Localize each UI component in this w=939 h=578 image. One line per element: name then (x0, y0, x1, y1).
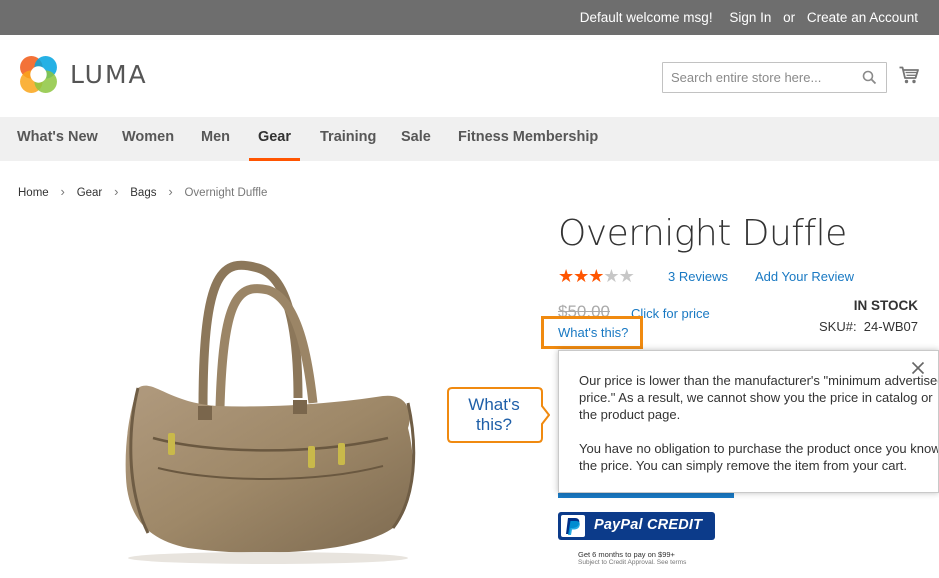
star-empty-icon: ★ (603, 266, 619, 286)
sku-value: 24-WB07 (863, 319, 918, 334)
sign-in-link[interactable]: Sign In (729, 10, 771, 25)
search-icon[interactable] (862, 70, 877, 85)
reviews-link[interactable]: 3 Reviews (668, 269, 728, 284)
product-title: Overnight Duffle (558, 213, 847, 254)
breadcrumb-separator: › (114, 184, 119, 199)
breadcrumb-gear[interactable]: Gear (77, 187, 103, 199)
star-filled-icon: ★ (588, 266, 604, 286)
logo[interactable]: LUMA (18, 54, 148, 95)
map-popup: Our price is lower than the manufacturer… (558, 350, 939, 493)
search-box (662, 62, 887, 93)
nav-item-fitness-membership[interactable]: Fitness Membership (458, 117, 598, 161)
stock-status: IN STOCK (853, 298, 918, 313)
nav-item-gear[interactable]: Gear (249, 117, 300, 161)
nav-item-sale[interactable]: Sale (401, 117, 431, 161)
search-input[interactable] (663, 63, 853, 92)
paypal-credit-label: PayPal CREDIT (594, 517, 703, 533)
paypal-credit-button[interactable]: PayPal CREDIT (558, 512, 715, 540)
product-image[interactable] (108, 228, 438, 573)
star-empty-icon: ★ (618, 266, 635, 286)
cart-icon[interactable] (899, 66, 919, 84)
header-links: Default welcome msg! Sign In or Create a… (580, 10, 918, 25)
nav-item-whats-new[interactable]: What's New (17, 117, 98, 161)
breadcrumb-current: Overnight Duffle (184, 187, 268, 199)
add-review-link[interactable]: Add Your Review (755, 269, 854, 284)
main-navigation: What's New Women Men Gear Training Sale … (0, 117, 939, 161)
sku-label: SKU#: (818, 319, 857, 334)
breadcrumb-separator: › (168, 184, 173, 199)
nav-item-men[interactable]: Men (201, 117, 230, 161)
sku: SKU#: 24-WB07 (819, 319, 918, 334)
nav-item-training[interactable]: Training (320, 117, 376, 161)
breadcrumb-separator: › (60, 184, 65, 199)
welcome-message: Default welcome msg! (579, 10, 713, 25)
create-account-link[interactable]: Create an Account (807, 10, 918, 25)
paypal-terms-text[interactable]: Subject to Credit Approval. See terms (578, 559, 686, 567)
nav-item-women[interactable]: Women (122, 117, 174, 161)
popup-paragraph: Our price is lower than the manufacturer… (579, 373, 939, 422)
breadcrumb: Home › Gear › Bags › Overnight Duffle (18, 184, 267, 199)
logo-text: LUMA (70, 60, 148, 89)
whats-this-link[interactable]: What's this? (558, 325, 628, 340)
star-filled-icon: ★ (573, 266, 589, 286)
breadcrumb-bags[interactable]: Bags (130, 187, 156, 199)
callout-text: What's this? (468, 395, 520, 434)
rating-stars: ★★★★★ (558, 266, 635, 287)
paypal-logo-icon (561, 515, 585, 537)
popup-paragraph: You have no obligation to purchase the p… (579, 441, 939, 473)
breadcrumb-home[interactable]: Home (18, 187, 49, 199)
luma-logo-icon (20, 56, 57, 93)
top-panel: Default welcome msg! Sign In or Create a… (0, 0, 939, 35)
paypal-terms: Get 6 months to pay on $99+ Subject to C… (578, 551, 686, 567)
star-filled-icon: ★ (558, 266, 574, 286)
paypal-offer-text: Get 6 months to pay on $99+ (578, 550, 675, 559)
popup-message: Our price is lower than the manufacturer… (579, 372, 939, 474)
or-text: or (783, 10, 796, 25)
